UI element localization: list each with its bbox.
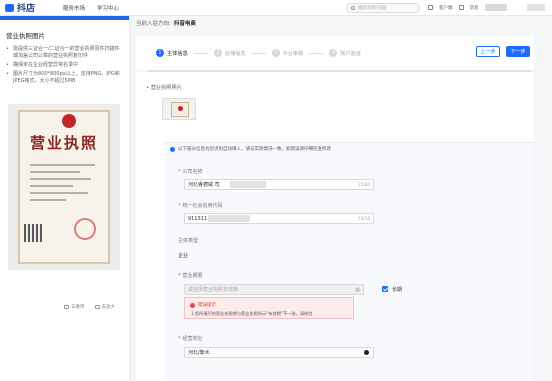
top-bar: 抖店 服务市场 学习中心 搜索功能/问题 客户端 消息 — [0, 0, 552, 16]
tip-item: • 确保未在企业经营异常名录中 — [6, 62, 79, 68]
prev-step-button[interactable]: 上一步 — [476, 46, 500, 57]
business-term-field[interactable]: 请选择营业执照有效期 ▦ — [184, 284, 364, 295]
long-term-label: 长期 — [392, 287, 403, 293]
error-message: 1.您所填写的营业执照期与营业执照所示“有效期”不一致，请核验 — [191, 311, 313, 316]
error-title: 错误提示 — [198, 303, 216, 308]
tip-item: • 需提供三证合一/二证合一的营业执照原件扫描件或加盖公司公章的营业执照复印件 — [6, 46, 120, 59]
upload-tips: • 需提供三证合一/二证合一的营业执照原件扫描件或加盖公司公章的营业执照复印件 •… — [6, 46, 129, 85]
step-platform-review[interactable]: 3 平台审核 — [271, 49, 303, 57]
message-link[interactable]: 消息 — [470, 5, 479, 11]
error-icon — [190, 303, 195, 308]
qr-code-icon — [24, 224, 42, 242]
search-input[interactable]: 搜索功能/问题 — [346, 3, 420, 13]
notice-text: 以下部分信息为您识别自动填入，请与实际情况一致，如错误请仔细检查修改 — [170, 146, 331, 152]
search-placeholder: 搜索功能/问题 — [358, 6, 387, 11]
entity-type-label: 主体类型 — [178, 238, 199, 244]
breadcrumb-value: 抖音电商 — [173, 21, 196, 27]
nav-item-learning-center[interactable]: 学习中心 — [97, 4, 119, 12]
credit-code-label: * 统一社会信用代码 — [178, 203, 223, 209]
client-link[interactable]: 客户端 — [439, 5, 453, 11]
zoom-icon — [94, 305, 100, 309]
license-preview-panel: 营业执照图片 • 需提供三证合一/二证合一的营业执照原件扫描件或加盖公司公章的营业… — [0, 16, 130, 381]
auto-filled-section: 以下部分信息为您识别自动填入，请与实际情况一致，如错误请仔细检查修改 * 公司名称… — [164, 142, 534, 381]
error-alert: 错误提示 1.您所填写的营业执照期与营业执照所示“有效期”不一致，请核验 — [184, 297, 354, 319]
step-shop-info[interactable]: 2 店铺信息 — [213, 49, 246, 57]
zoom-button[interactable]: 去放大 — [94, 304, 115, 310]
long-term-checkbox[interactable] — [382, 286, 388, 292]
panel-title: 营业执照图片 — [6, 32, 45, 40]
entity-info-form: • 营业执照照片 以下部分信息为您识别自动填入，请与实际情况一致，如错误请仔细检… — [136, 72, 534, 381]
license-title: 营业执照 — [29, 134, 98, 152]
redaction-block — [208, 215, 250, 222]
info-icon — [170, 146, 175, 152]
seal-stamp-icon — [74, 218, 96, 240]
national-emblem-icon — [62, 114, 76, 128]
breadcrumb: 当前入驻方向: 抖音电商 — [136, 21, 196, 27]
company-name-label: * 公司名称 — [178, 169, 203, 175]
message-icon — [458, 5, 464, 10]
search-icon — [351, 6, 355, 10]
steps-bar: 1 主体信息 2 店铺信息 3 平台审核 4 账户验证 上一步 下一步 — [136, 36, 534, 70]
user-avatar[interactable] — [526, 4, 545, 11]
nav-item-service-market[interactable]: 服务市场 — [63, 4, 85, 12]
top-nav: 服务市场 学习中心 — [63, 4, 119, 12]
reupload-icon — [64, 305, 69, 309]
client-icon — [428, 5, 433, 10]
step-indicator: 1 主体信息 2 店铺信息 3 平台审核 4 账户验证 — [156, 49, 361, 57]
address-field[interactable]: 河北/衡水 — [184, 347, 374, 358]
tip-item: • 图片尺寸为800*800px以上，支持PNG、JPG和JPEG格式，大小不超过… — [6, 71, 120, 84]
license-thumbnail[interactable] — [162, 98, 196, 120]
logo-icon — [5, 3, 14, 12]
photo-field-label: • 营业执照照片 — [146, 85, 182, 91]
preview-actions: 去重传 去放大 — [64, 304, 115, 310]
panel-accent — [0, 16, 129, 20]
address-label: * 经营地址 — [178, 336, 203, 342]
next-step-button[interactable]: 下一步 — [506, 46, 530, 57]
license-text-lines — [30, 164, 102, 206]
clear-icon[interactable] — [364, 350, 369, 355]
top-right-tools: 客户端 消息 — [428, 4, 545, 11]
logo-text: 抖店 — [17, 4, 36, 14]
redaction-block — [230, 181, 266, 188]
step-account-verify[interactable]: 4 账户验证 — [329, 49, 361, 57]
shop-name-chip[interactable] — [484, 4, 507, 11]
business-term-label: * 营业期限 — [178, 273, 203, 279]
company-name-field[interactable]: 河北睿德威 司 15/60 — [184, 179, 374, 190]
step-entity-info[interactable]: 1 主体信息 — [156, 49, 188, 57]
reupload-button[interactable]: 去重传 — [64, 304, 85, 310]
entity-type-value: 企业 — [178, 253, 189, 259]
license-image[interactable]: 营业执照 — [8, 104, 120, 270]
app-logo[interactable]: 抖店 — [5, 1, 35, 14]
